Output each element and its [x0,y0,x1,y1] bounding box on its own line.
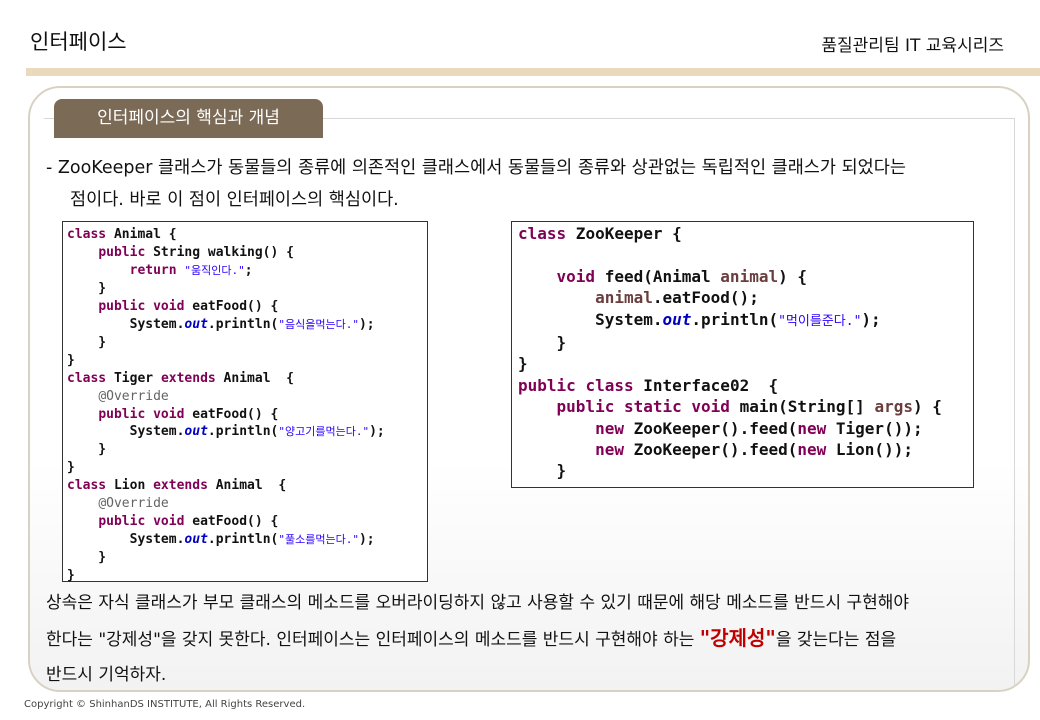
code-token: public [98,298,146,314]
outro-line-1: 상속은 자식 클래스가 부모 클래스의 메소드를 오버라이딩하지 않고 사용할 … [46,593,910,613]
outro-line-2: 한다는 "강제성"을 갖지 못한다. 인터페이스는 인터페이스의 메소드를 반드… [46,621,1021,658]
code-token: return [129,262,177,278]
code-token: .println( [207,316,279,332]
code-token: static [623,397,682,417]
code-token: ) { [778,266,807,286]
code-token: Interface02 { [633,375,779,395]
code-token: animal [595,288,653,308]
outro-text-segment: 한다는 "강제성"을 갖지 못한다. 인터페이스는 인터페이스의 메소드를 반드… [46,630,700,650]
outro-text-segment: 을 갖는다는 점을 [775,630,897,650]
code-token: extends [160,370,216,386]
code-token: out [184,424,208,440]
outro-line-3: 반드시 기억하자. [46,665,167,685]
code-token: Tiger()); [826,418,923,438]
code-token: public [98,244,146,260]
code-token: .println( [691,309,779,329]
code-token: out [662,309,692,329]
code-token: eatFood() { [184,298,279,314]
code-annotation: @Override [98,496,169,512]
code-token: out [184,532,208,548]
code-token: ZooKeeper().feed( [623,440,798,460]
code-token: feed(Animal [595,266,721,286]
code-token: .eatFood(); [652,288,759,308]
code-token: void [691,397,730,417]
code-token: class [67,370,107,386]
code-token: Animal { [106,227,177,242]
code-token: ) { [912,397,942,417]
code-token: out [184,316,208,332]
code-string: "움직인다." [184,263,245,277]
code-string: "양고기를먹는다." [278,425,370,439]
intro-text: - ZooKeeper 클래스가 동물들의 종류에 의존적인 클래스에서 동물들… [46,152,1006,216]
code-token: String walking() { [145,244,294,260]
code-token: System. [129,316,185,332]
code-token: void [153,298,185,314]
code-token: Animal { [207,478,287,494]
code-token: args [874,397,913,417]
code-block-zookeeper: class ZooKeeper { void feed(Animal anima… [511,221,974,488]
code-token: Lion [106,478,154,494]
code-token: main(String[] [729,397,875,417]
code-token: class [67,227,107,242]
code-token: animal [720,266,779,286]
code-token: public [518,375,576,395]
copyright-footer: Copyright © ShinhanDS INSTITUTE, All Rig… [24,699,306,710]
code-token: public [556,397,615,417]
code-string: "음식을먹는다." [278,317,359,331]
code-string: "풀소를먹는다." [278,533,359,547]
code-token: new [797,418,827,438]
code-string: "먹이를준다." [778,313,862,329]
page-title: 인터페이스 [30,30,127,54]
code-token: class [585,375,634,395]
code-token: Tiger [106,370,161,386]
code-token: new [595,440,624,460]
code-annotation: @Override [98,388,169,404]
code-token: ZooKeeper { [566,224,682,243]
code-token: void [153,514,185,530]
emphasis-text: "강제성" [699,626,776,650]
code-token: void [556,266,596,286]
code-token: eatFood() { [184,514,279,530]
code-token: System. [129,532,185,548]
code-token: class [67,478,107,494]
section-tag: 인터페이스의 핵심과 개념 [54,99,323,138]
header-divider [26,68,1040,76]
code-token: new [797,440,827,460]
outro-text: 상속은 자식 클래스가 부모 클래스의 메소드를 오버라이딩하지 않고 사용할 … [46,586,1021,693]
intro-line-2: 점이다. 바로 이 점이 인터페이스의 핵심이다. [70,190,399,210]
code-token: extends [153,478,208,494]
code-token: System. [129,424,185,440]
code-token: void [153,406,185,422]
code-token: eatFood() { [184,406,279,422]
series-label: 품질관리팀 IT 교육시리즈 [821,36,1004,56]
code-token: .println( [207,532,279,548]
code-token: .println( [207,424,279,440]
code-token: public [98,406,146,422]
code-token: Lion()); [826,440,913,460]
code-token: new [595,418,624,438]
code-token: public [98,514,146,530]
code-token: System. [595,309,663,329]
code-token: Animal { [215,370,295,386]
code-token: class [518,224,567,243]
code-token: ZooKeeper().feed( [623,418,798,438]
intro-line-1: - ZooKeeper 클래스가 동물들의 종류에 의존적인 클래스에서 동물들… [46,158,906,178]
code-block-animal: class Animal { public String walking() {… [62,221,428,583]
